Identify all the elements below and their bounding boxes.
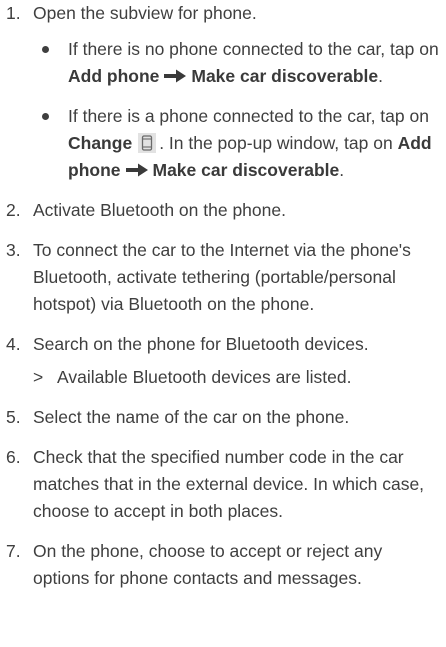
step-result: > Available Bluetooth devices are listed… xyxy=(33,364,442,391)
step-text: Select the name of the car on the phone. xyxy=(33,407,350,427)
step-3: 3. To connect the car to the Internet vi… xyxy=(0,237,446,318)
step-text: Open the subview for phone. xyxy=(33,3,257,23)
step-number: 5. xyxy=(6,407,21,427)
step-2: 2. Activate Bluetooth on the phone. xyxy=(0,197,446,224)
result-text: Available Bluetooth devices are listed. xyxy=(57,367,352,387)
step-text: Activate Bluetooth on the phone. xyxy=(33,200,286,220)
add-phone-label: Add phone xyxy=(68,66,160,86)
bullet-phone-connected: If there is a phone connected to the car… xyxy=(33,103,442,184)
right-arrow-icon xyxy=(125,163,148,177)
phone-change-icon xyxy=(138,133,157,153)
bullet-dot xyxy=(42,113,49,120)
result-marker: > xyxy=(33,367,44,387)
step-4: 4. Search on the phone for Bluetooth dev… xyxy=(0,331,446,391)
step-text: Search on the phone for Bluetooth device… xyxy=(33,334,369,354)
make-discoverable-label: Make car discoverable xyxy=(191,66,379,86)
bullet-end: . xyxy=(378,66,384,86)
step-1: 1. Open the subview for phone. If there … xyxy=(0,0,446,184)
bullet-end: . xyxy=(339,160,345,180)
right-arrow-icon xyxy=(164,69,187,83)
bullet-no-phone: If there is no phone connected to the ca… xyxy=(33,36,442,90)
sub-bullets: If there is no phone connected to the ca… xyxy=(33,36,442,184)
step-number: 3. xyxy=(6,240,21,260)
step-text: To connect the car to the Internet via t… xyxy=(33,240,411,314)
instruction-page: 1. Open the subview for phone. If there … xyxy=(0,0,446,647)
step-7: 7. On the phone, choose to accept or rej… xyxy=(0,538,446,592)
bullet-dot xyxy=(42,46,49,53)
bullet-text: If there is a phone connected to the car… xyxy=(68,106,429,126)
step-text: Check that the specified number code in … xyxy=(33,447,425,521)
step-number: 4. xyxy=(6,334,21,354)
step-text: On the phone, choose to accept or reject… xyxy=(33,541,383,588)
step-number: 6. xyxy=(6,447,21,467)
bullet-text: If there is no phone connected to the ca… xyxy=(68,39,439,59)
step-5: 5. Select the name of the car on the pho… xyxy=(0,404,446,431)
step-number: 2. xyxy=(6,200,21,220)
steps-list: 1. Open the subview for phone. If there … xyxy=(0,0,446,605)
make-discoverable-label: Make car discoverable xyxy=(152,160,340,180)
step-6: 6. Check that the specified number code … xyxy=(0,444,446,525)
step-number: 1. xyxy=(6,3,21,23)
bullet-mid-text: . In the pop-up window, tap on xyxy=(159,133,398,153)
step-number: 7. xyxy=(6,541,21,561)
change-label: Change xyxy=(68,133,133,153)
